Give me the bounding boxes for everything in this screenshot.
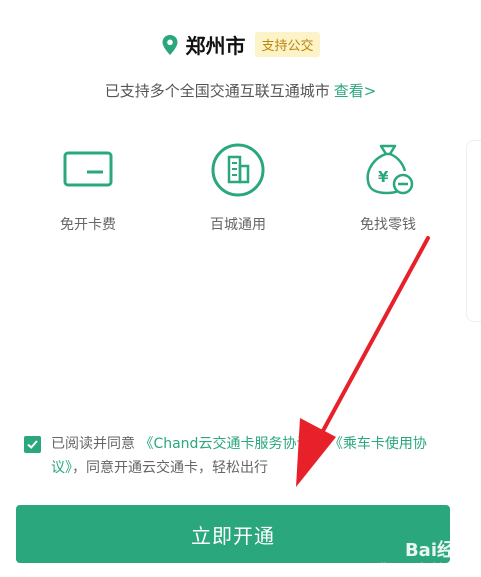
feature-item-no-change: ¥ 免找零钱 [328,140,448,234]
card-icon [63,151,113,187]
supported-cities-text: 已支持多个全国交通互联互通城市 [104,82,330,100]
feature-item-no-card-fee: 免开卡费 [28,140,148,234]
feature-label: 免找零钱 [360,217,416,233]
building-icon [211,143,265,197]
feature-item-universal: 百城通用 [178,140,298,234]
feature-label: 百城通用 [210,217,266,233]
agreement-text: 已阅读并同意 《Chand云交通卡服务协议》 《乘车卡使用协议》，同意开通云交通… [51,432,454,480]
feature-label: 免开卡费 [60,217,116,233]
checkmark-icon [27,440,38,449]
view-cities-link[interactable]: 查看> [334,82,377,100]
agreement-prefix: 已阅读并同意 [51,436,135,452]
svg-text:¥: ¥ [378,168,389,186]
city-header: 郑州市 支持公交 [0,30,481,59]
watermark-url: jingyan.baidu.com [380,562,473,573]
support-badge: 支持公交 [255,32,320,57]
watermark: Bai经验 jingyan.baidu.com [381,536,473,573]
money-bag-icon: ¥ [366,144,414,195]
location-pin-icon [162,34,178,55]
supported-cities-line: 已支持多个全国交通互联互通城市 查看> [0,80,481,101]
service-agreement-link[interactable]: 《Chand云交通卡服务协议》 [139,436,324,452]
city-name[interactable]: 郑州市 [185,30,245,59]
agreement-suffix: ，同意开通云交通卡，轻松出行 [72,460,268,476]
agreement-row: 已阅读并同意 《Chand云交通卡服务协议》 《乘车卡使用协议》，同意开通云交通… [24,432,454,480]
watermark-logo: Bai经验 [404,540,473,561]
side-panel-edge [466,140,481,322]
feature-list: 免开卡费 百城通用 ¥ 免找零钱 [28,140,448,234]
agreement-checkbox[interactable] [24,436,41,453]
